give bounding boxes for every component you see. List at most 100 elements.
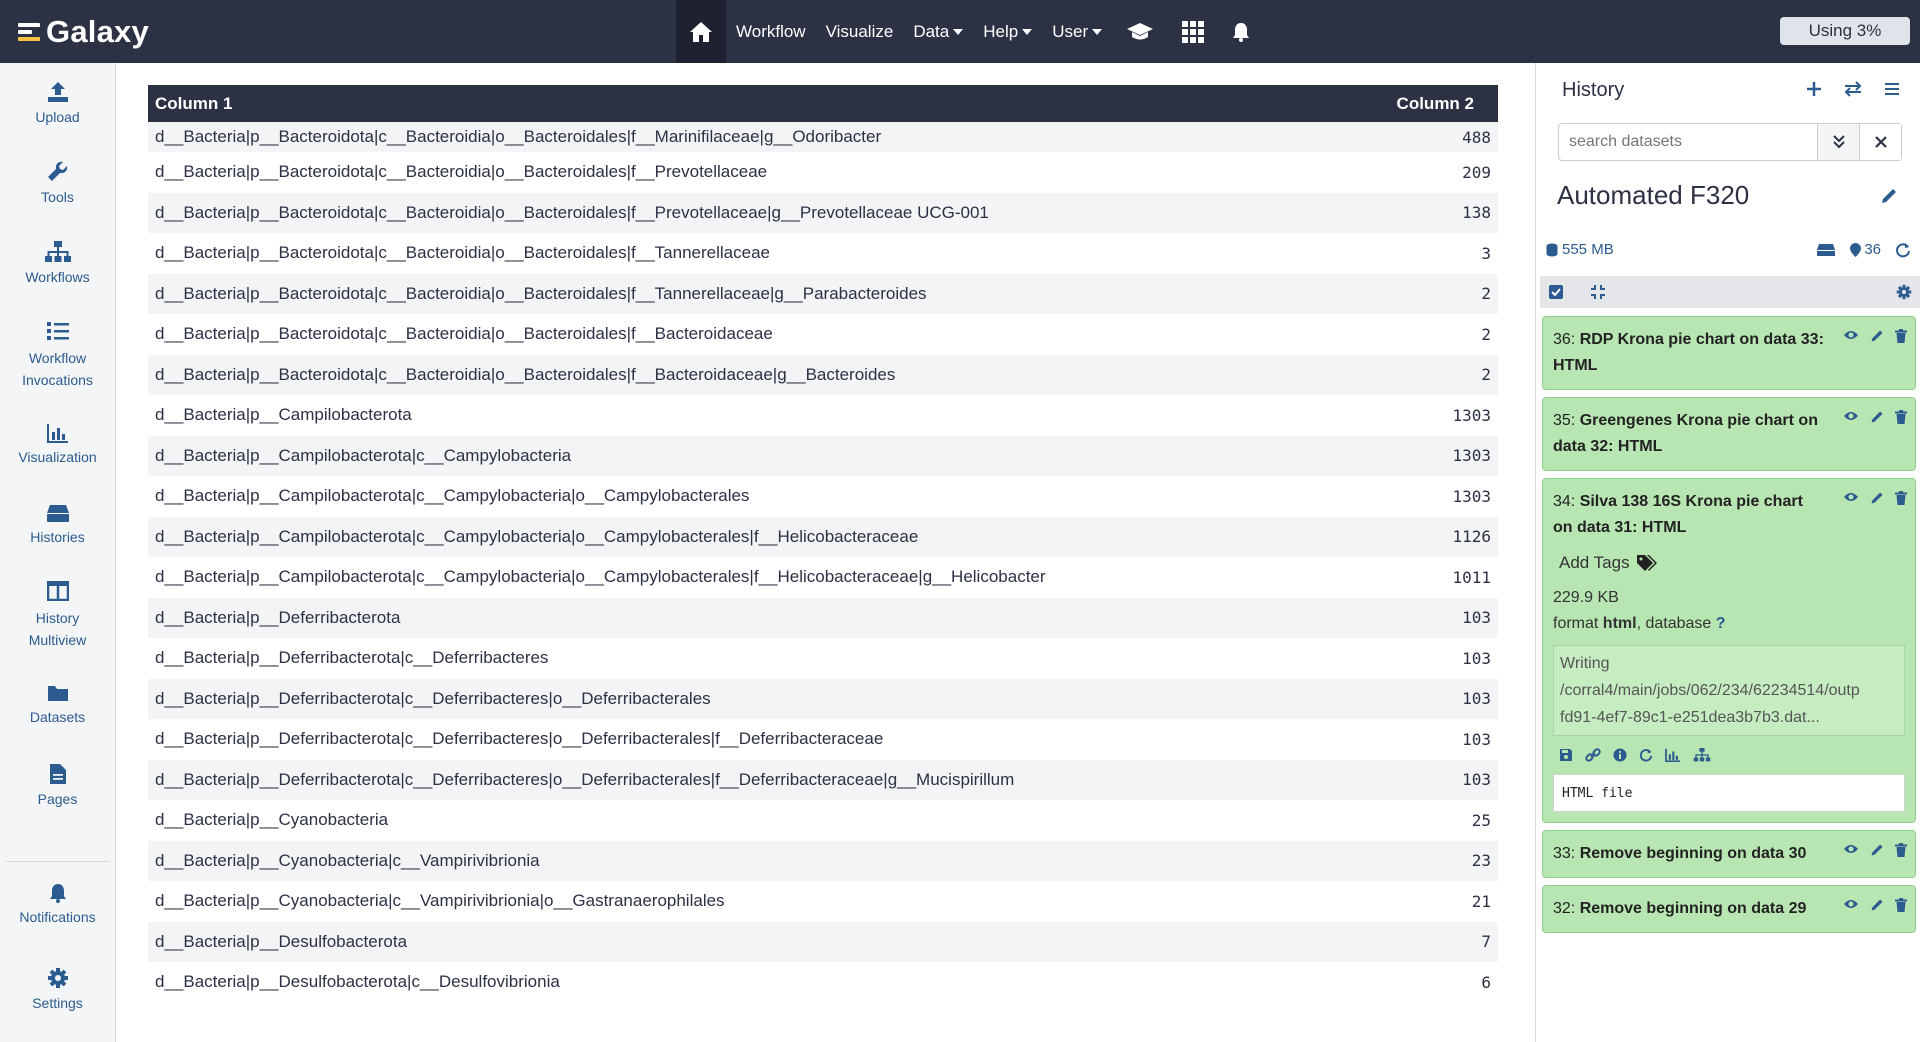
cell-taxonomy: d__Bacteria|p__Deferribacterota|c__Defer…: [155, 729, 884, 749]
activity-workflows[interactable]: Workflows: [0, 241, 115, 285]
pencil-icon[interactable]: [1870, 410, 1884, 424]
activity-settings[interactable]: Settings: [0, 967, 115, 1011]
activity-tools[interactable]: Tools: [0, 161, 115, 205]
activity-notifications[interactable]: Notifications: [0, 883, 115, 925]
cell-taxonomy: d__Bacteria|p__Deferribacterota|c__Defer…: [155, 648, 549, 668]
history-panel-title: History: [1562, 79, 1625, 101]
main-nav: Workflow Visualize Data Help User: [676, 0, 1264, 63]
caret-down-icon: [953, 28, 964, 35]
eye-icon[interactable]: [1843, 491, 1859, 503]
cell-taxonomy: d__Bacteria|p__Desulfobacterota|c__Desul…: [155, 972, 560, 992]
activity-upload[interactable]: Upload: [0, 81, 115, 125]
item-actions: [1843, 329, 1907, 343]
history-name[interactable]: Automated F320: [1557, 180, 1749, 211]
cell-count: 209: [1462, 162, 1491, 182]
grid-icon: [1182, 20, 1205, 43]
activity-history-multiview[interactable]: History Multiview: [0, 581, 115, 651]
link-icon[interactable]: [1585, 748, 1601, 762]
pencil-icon[interactable]: [1870, 898, 1884, 912]
database-label: , database: [1636, 615, 1716, 632]
activity-label: Notifications: [19, 909, 96, 925]
trash-icon[interactable]: [1895, 491, 1907, 505]
column-header[interactable]: Column 1: [155, 94, 232, 114]
info-circle-icon[interactable]: [1613, 748, 1627, 762]
item-name: Remove beginning on data 30: [1579, 845, 1807, 862]
history-item[interactable]: 32: Remove beginning on data 29: [1542, 885, 1916, 933]
column-header[interactable]: Column 2: [1397, 94, 1474, 114]
history-item[interactable]: 33: Remove beginning on data 30: [1542, 830, 1916, 878]
hdd-icon[interactable]: [1816, 243, 1836, 257]
switch-icon[interactable]: [1844, 81, 1862, 97]
training-button[interactable]: [1112, 0, 1168, 63]
history-size[interactable]: 555 MB: [1562, 241, 1614, 258]
nav-visualize[interactable]: Visualize: [816, 0, 904, 63]
add-tags-button[interactable]: Add Tags: [1553, 553, 1905, 573]
table-row: d__Bacteria|p__Deferribacterota|c__Defer…: [148, 678, 1498, 719]
eye-icon[interactable]: [1843, 898, 1859, 910]
history-item[interactable]: 35: Greengenes Krona pie chart on data 3…: [1542, 397, 1916, 471]
cell-taxonomy: d__Bacteria|p__Campilobacterota: [155, 405, 412, 425]
info-line: /corral4/main/jobs/062/234/62234514/outp: [1560, 682, 1860, 699]
trash-icon[interactable]: [1895, 843, 1907, 857]
trash-icon[interactable]: [1895, 898, 1907, 912]
pencil-icon[interactable]: [1870, 329, 1884, 343]
pencil-icon[interactable]: [1870, 843, 1884, 857]
item-actions: [1843, 491, 1907, 505]
item-actions: [1843, 843, 1907, 857]
nav-help-dropdown[interactable]: Help: [973, 0, 1042, 63]
pencil-icon[interactable]: [1870, 491, 1884, 505]
quota-meter[interactable]: Using 3%: [1780, 17, 1910, 45]
close-icon: [1874, 136, 1887, 148]
table-row: d__Bacteria|p__Cyanobacteria|c__Vampiriv…: [148, 881, 1498, 922]
menu-icon[interactable]: [1884, 81, 1900, 97]
eye-icon[interactable]: [1843, 329, 1859, 341]
pencil-icon[interactable]: [1880, 187, 1898, 205]
notifications-button[interactable]: [1218, 0, 1264, 63]
plus-icon[interactable]: [1806, 81, 1822, 97]
history-search: [1558, 123, 1902, 161]
sitemap-icon[interactable]: [1693, 748, 1711, 762]
cell-taxonomy: d__Bacteria|p__Bacteroidota|c__Bacteroid…: [155, 283, 927, 303]
info-line: fd91-4ef7-89c1-e251dea3b7b3.dat...: [1560, 709, 1820, 726]
cell-count: 25: [1471, 810, 1491, 830]
search-input[interactable]: [1559, 124, 1817, 160]
dataset-count-badge[interactable]: 36: [1850, 241, 1881, 258]
eye-icon[interactable]: [1843, 410, 1859, 422]
double-chevron-down-icon: [1832, 135, 1845, 149]
chart-icon[interactable]: [1665, 748, 1681, 762]
history-item[interactable]: 36: RDP Krona pie chart on data 33: HTML: [1542, 316, 1916, 390]
activity-histories[interactable]: Histories: [0, 503, 115, 545]
compress-icon[interactable]: [1590, 284, 1606, 300]
brand[interactable]: Galaxy: [0, 0, 676, 63]
trash-icon[interactable]: [1895, 410, 1907, 424]
dataset-actions: [1553, 748, 1905, 762]
activity-pages[interactable]: Pages: [0, 763, 115, 807]
apps-button[interactable]: [1168, 0, 1218, 63]
table-row: d__Bacteria|p__Bacteroidota|c__Bacteroid…: [148, 152, 1498, 193]
table-row: d__Bacteria|p__Desulfobacterota 7: [148, 921, 1498, 962]
item-hid: 35:: [1553, 412, 1580, 429]
trash-icon[interactable]: [1895, 329, 1907, 343]
history-item-expanded[interactable]: 34: Silva 138 16S Krona pie chart on dat…: [1542, 478, 1916, 823]
save-icon[interactable]: [1559, 748, 1573, 762]
home-button[interactable]: [676, 0, 726, 63]
rerun-icon[interactable]: [1639, 748, 1653, 762]
cell-taxonomy: d__Bacteria|p__Deferribacterota|c__Defer…: [155, 769, 1015, 789]
activity-visualization[interactable]: Visualization: [0, 423, 115, 465]
database-value[interactable]: ?: [1716, 615, 1726, 632]
nav-data-dropdown[interactable]: Data: [903, 0, 973, 63]
check-square-icon[interactable]: [1548, 284, 1564, 300]
caret-down-icon: [1022, 28, 1033, 35]
nav-user-dropdown[interactable]: User: [1042, 0, 1112, 63]
nav-workflow[interactable]: Workflow: [726, 0, 816, 63]
activity-datasets[interactable]: Datasets: [0, 683, 115, 725]
activity-label: History Multiview: [28, 610, 87, 648]
eye-icon[interactable]: [1843, 843, 1859, 855]
clear-search-button[interactable]: [1859, 124, 1901, 160]
activity-workflow-invocations[interactable]: Workflow Invocations: [0, 321, 115, 391]
advanced-search-button[interactable]: [1817, 124, 1859, 160]
gear-icon[interactable]: [1896, 284, 1912, 300]
refresh-icon[interactable]: [1895, 242, 1911, 258]
cell-count: 23: [1471, 851, 1491, 871]
table-row: d__Bacteria|p__Deferribacterota|c__Defer…: [148, 638, 1498, 679]
